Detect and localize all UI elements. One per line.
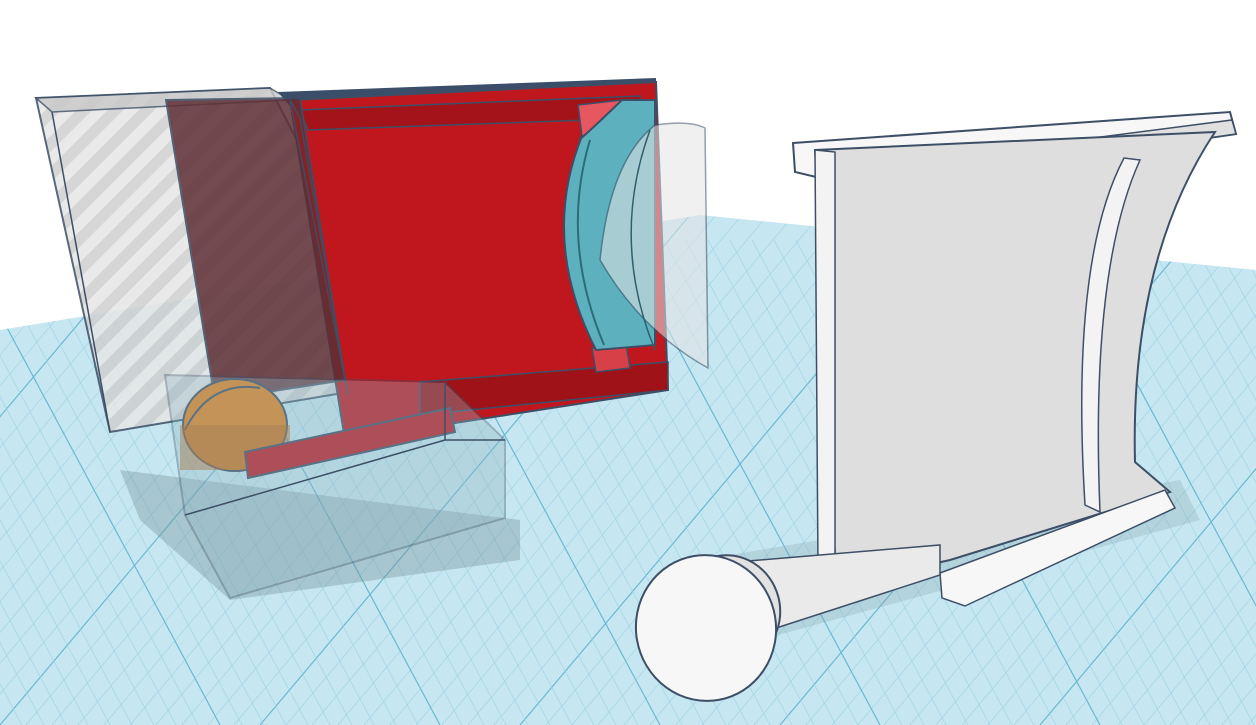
viewport-canvas[interactable]	[0, 0, 1256, 725]
3d-viewport[interactable]	[0, 0, 1256, 725]
